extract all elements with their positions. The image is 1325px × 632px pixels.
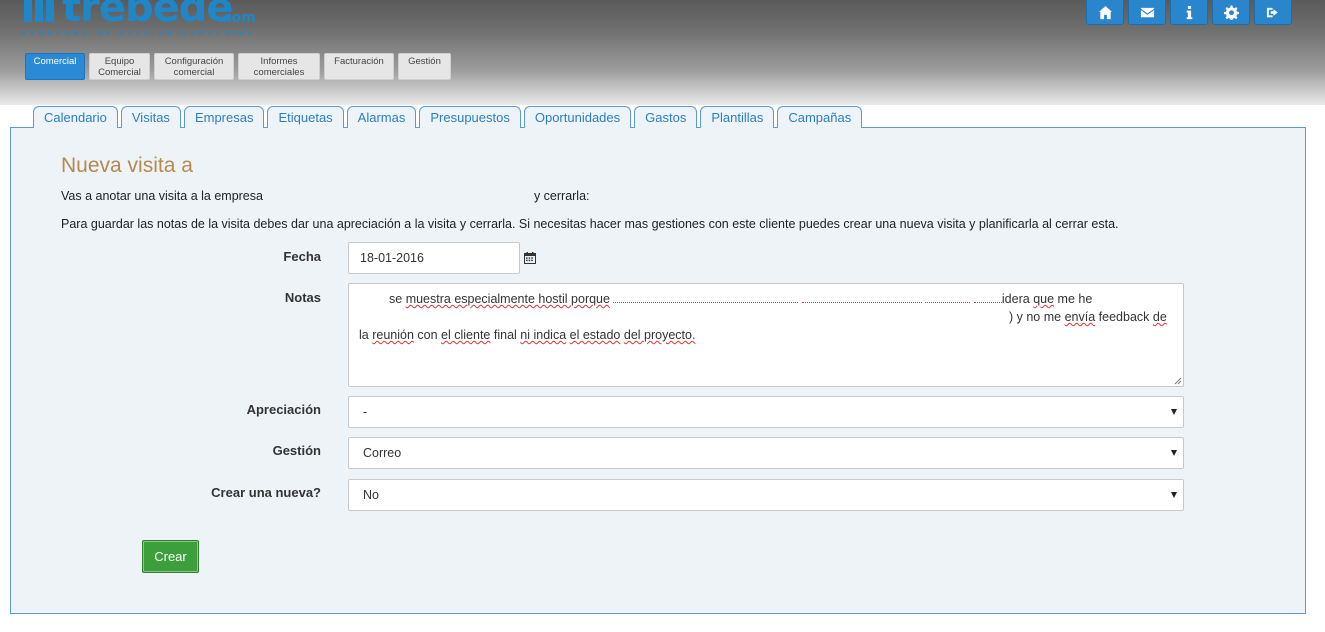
fecha-label: Fecha: [283, 249, 321, 264]
intro-prefix: Vas a anotar una visita a la empresa: [61, 189, 263, 203]
brand-tagline: PROGRAMA DE GESTIÓN COMERCIAL: [22, 31, 256, 37]
module-tab-facturacion[interactable]: Facturación: [324, 53, 394, 80]
notes-text: se: [389, 292, 403, 306]
top-toolbar: [1086, 0, 1292, 25]
notas-textarea[interactable]: se muestra especialmente hostil porque i…: [348, 283, 1184, 387]
notes-text: de: [1152, 310, 1167, 324]
notes-text: ni indica: [520, 328, 567, 342]
gestion-label: Gestión: [272, 443, 321, 458]
crear-nueva-value: No: [363, 488, 379, 502]
tab-etiquetas[interactable]: Etiquetas: [267, 106, 344, 128]
crear-button[interactable]: Crear: [142, 540, 199, 573]
info-icon: [1186, 5, 1192, 20]
app-header: trebede .com PROGRAMA DE GESTIÓN COMERCI…: [0, 0, 1325, 105]
tab-presupuestos[interactable]: Presupuestos: [419, 106, 521, 128]
notes-text: la: [359, 328, 369, 342]
tab-oportunidades[interactable]: Oportunidades: [523, 106, 632, 128]
notes-text: me he: [1057, 292, 1093, 306]
info-button[interactable]: [1170, 0, 1208, 25]
intro-suffix: y cerrarla:: [533, 189, 590, 203]
redacted-text: [973, 297, 1002, 303]
module-tab-equipo-comercial[interactable]: Equipo Comercial: [89, 53, 150, 80]
brand-name: trebede: [62, 0, 233, 31]
home-button[interactable]: [1086, 0, 1124, 25]
notes-text: reunión: [372, 328, 414, 342]
notes-text: ) y no me: [1009, 310, 1062, 324]
module-tab-gestion[interactable]: Gestión: [398, 53, 451, 80]
redacted-text: [925, 297, 971, 303]
new-visit-panel: Nueva visita a Vas a anotar una visita a…: [10, 127, 1306, 614]
chevron-down-icon: [1171, 450, 1177, 456]
apreciacion-select[interactable]: -: [348, 396, 1184, 428]
gestion-select[interactable]: Correo: [348, 437, 1184, 469]
notes-text: feedback: [1098, 310, 1150, 324]
notes-text: con: [417, 328, 438, 342]
logout-button[interactable]: [1254, 0, 1292, 25]
tab-empresas[interactable]: Empresas: [183, 106, 265, 128]
tab-visitas[interactable]: Visitas: [120, 106, 181, 128]
tab-alarmas[interactable]: Alarmas: [346, 106, 417, 128]
home-icon: [1098, 5, 1112, 20]
redacted-text: [613, 297, 799, 303]
tab-calendario[interactable]: Calendario: [33, 106, 118, 128]
notes-text: el cliente: [441, 328, 491, 342]
redacted-text: [801, 297, 922, 303]
crear-nueva-label: Crear una nueva?: [211, 485, 321, 500]
chevron-down-icon: [1171, 409, 1177, 415]
crear-nueva-select[interactable]: No: [348, 479, 1184, 511]
intro-text: Vas a anotar una visita a la empresa y c…: [61, 189, 590, 203]
messages-button[interactable]: [1128, 0, 1166, 25]
settings-button[interactable]: [1212, 0, 1250, 25]
notas-label: Notas: [284, 290, 321, 305]
notes-text: envía: [1064, 310, 1096, 324]
notes-text: del proyecto.: [623, 328, 696, 342]
apreciacion-value: -: [363, 405, 368, 419]
logout-icon: [1266, 7, 1278, 18]
gear-icon: [1223, 5, 1239, 20]
module-tab-informes-comerciales[interactable]: Informes comerciales: [238, 53, 320, 80]
module-tab-comercial[interactable]: Comercial: [25, 53, 85, 80]
tab-campanas[interactable]: Campañas: [777, 106, 863, 128]
notes-text: muestra especialmente hostil porque: [405, 292, 610, 306]
tab-gastos[interactable]: Gastos: [634, 106, 698, 128]
calendar-icon[interactable]: [524, 252, 536, 264]
notes-text: final: [493, 328, 517, 342]
envelope-icon: [1140, 7, 1154, 18]
module-tab-configuracion-comercial[interactable]: Configuración comercial: [154, 53, 234, 80]
resize-handle-icon[interactable]: [1174, 377, 1182, 385]
brand-suffix: .com: [218, 10, 256, 26]
module-tabs: Comercial Equipo Comercial Configuración…: [25, 53, 451, 80]
page-title: Nueva visita a: [61, 154, 193, 177]
notes-text: el estado: [569, 328, 621, 342]
chevron-down-icon: [1171, 492, 1177, 498]
section-tabs: Calendario Visitas Empresas Etiquetas Al…: [33, 106, 863, 128]
apreciacion-label: Apreciación: [246, 402, 321, 417]
gestion-value: Correo: [363, 446, 402, 460]
logo-bars-icon: [22, 0, 62, 22]
notes-text: idera: [1001, 292, 1030, 306]
info-text: Para guardar las notas de la visita debe…: [61, 217, 1119, 231]
tab-plantillas[interactable]: Plantillas: [700, 106, 775, 128]
fecha-input[interactable]: 18-01-2016: [348, 242, 520, 274]
notes-text: que: [1033, 292, 1055, 306]
